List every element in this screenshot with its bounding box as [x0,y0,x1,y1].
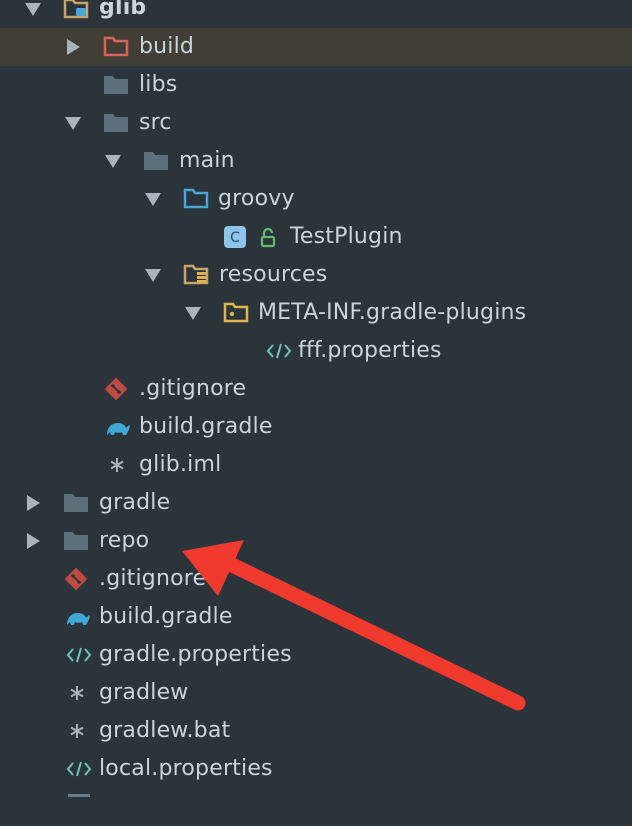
gradle-icon [103,417,131,439]
tree-label: fff.properties [298,338,442,363]
resources-folder-icon [183,264,209,286]
tree-row-meta-inf[interactable]: META-INF.gradle-plugins [0,294,632,332]
tree-row-gradle-properties[interactable]: gradle.properties [0,636,632,674]
tree-label: main [179,148,235,173]
class-icon: C [223,225,247,249]
folder-icon [103,74,129,96]
tree-label: libs [139,72,178,97]
tree-label: resources [219,262,328,287]
tree-label: gradle [99,490,171,515]
folder-icon [63,492,89,514]
tree-row-gradle[interactable]: gradle [0,484,632,522]
unlock-icon [259,227,279,249]
tree-row-glib-iml[interactable]: glib.iml [0,446,632,484]
excluded-folder-icon [103,36,129,58]
expand-arrow-icon[interactable] [185,307,201,320]
package-folder-icon [223,302,249,324]
tree-row-clipped [0,788,632,826]
properties-file-icon [66,645,92,665]
tree-row-testplugin[interactable]: C TestPlugin [0,218,632,256]
collapse-arrow-icon[interactable] [27,495,40,511]
expand-arrow-icon[interactable] [145,269,161,282]
tree-label: glib.iml [139,452,222,477]
tree-label: TestPlugin [290,224,403,249]
tree-label: groovy [218,186,295,211]
tree-row-gitignore-root[interactable]: .gitignore [0,560,632,598]
tree-label: src [139,110,172,135]
expand-arrow-icon[interactable] [65,117,81,130]
tree-row-repo[interactable]: repo [0,522,632,560]
expand-arrow-icon[interactable] [145,193,161,206]
properties-file-icon [266,341,292,361]
tree-label: build.gradle [99,604,233,629]
tree-row-src[interactable]: src [0,104,632,142]
asterisk-file-icon [67,720,87,742]
folder-icon [143,150,169,172]
properties-file-icon [66,759,92,779]
tree-row-build-gradle-module[interactable]: build.gradle [0,408,632,446]
collapse-arrow-icon[interactable] [27,533,40,549]
tree-row-build-gradle-root[interactable]: build.gradle [0,598,632,636]
tree-row-resources[interactable]: resources [0,256,632,294]
tree-label: gradle.properties [99,642,292,667]
tree-row-gradlew[interactable]: gradlew [0,674,632,712]
tree-row-gradlew-bat[interactable]: gradlew.bat [0,712,632,750]
tree-row-glib[interactable]: glib [0,0,632,29]
source-folder-icon [183,188,209,210]
tree-label: build.gradle [139,414,273,439]
file-icon [66,792,92,798]
tree-label: local.properties [99,756,273,781]
tree-row-libs[interactable]: libs [0,66,632,104]
expand-arrow-icon[interactable] [105,155,121,168]
tree-row-fff-properties[interactable]: fff.properties [0,332,632,370]
tree-row-build[interactable]: build [0,28,632,66]
tree-row-gitignore-module[interactable]: .gitignore [0,370,632,408]
gradle-icon [63,607,91,629]
tree-label: .gitignore [99,566,207,591]
tree-row-groovy[interactable]: groovy [0,180,632,218]
tree-label: gradlew [99,680,189,705]
asterisk-file-icon [67,682,87,704]
folder-icon [103,112,129,134]
git-icon [63,566,89,592]
git-icon [103,376,129,402]
tree-row-main[interactable]: main [0,142,632,180]
tree-label: glib [99,0,147,20]
svg-text:C: C [230,230,240,246]
tree-label: gradlew.bat [99,718,231,743]
asterisk-file-icon [107,454,127,476]
tree-label: META-INF.gradle-plugins [258,300,527,325]
expand-arrow-icon[interactable] [25,3,41,16]
tree-label: build [139,34,195,59]
tree-row-local-properties[interactable]: local.properties [0,750,632,788]
collapse-arrow-icon[interactable] [67,39,80,55]
module-folder-icon [63,0,89,19]
folder-icon [63,530,89,552]
tree-label: repo [99,528,150,553]
tree-label: .gitignore [139,376,247,401]
